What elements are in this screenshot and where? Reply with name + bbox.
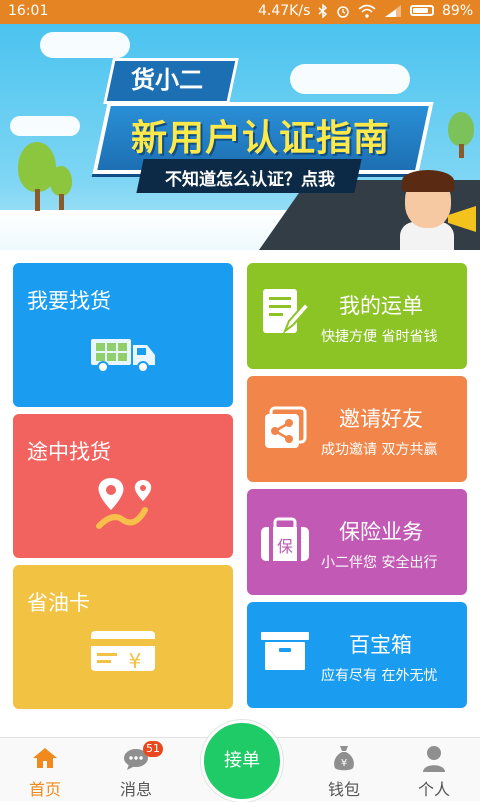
truck-icon (91, 339, 155, 373)
my-waybill-subtitle: 快捷方便 省时省钱 (321, 329, 438, 345)
promo-banner[interactable]: 货小二 新用户认证指南 不知道怎么认证？点我 (0, 24, 480, 250)
insurance-subtitle: 小二伴您 安全出行 (321, 555, 438, 571)
box-icon (261, 632, 309, 670)
toolbox-subtitle: 应有尽有 在外无忧 (321, 668, 438, 684)
wifi-icon (358, 4, 376, 18)
my-waybill-tile[interactable]: 我的运单 快捷方便 省时省钱 (247, 263, 467, 369)
nav-profile-label: 个人 (417, 780, 450, 799)
banner-subtitle: 不知道怎么认证？点我 (165, 170, 335, 190)
enroute-cargo-title: 途中找货 (27, 440, 111, 464)
alarm-icon (337, 6, 349, 18)
network-speed: 4.47K/s (258, 3, 311, 19)
status-time: 16:01 (8, 3, 49, 19)
route-pin-icon (96, 478, 152, 529)
battery-icon (410, 5, 434, 16)
my-waybill-title: 我的运单 (339, 294, 423, 318)
tree-trunk (59, 194, 64, 210)
invite-friends-subtitle: 成功邀请 双方共赢 (321, 442, 438, 458)
cloud-decoration (40, 32, 130, 58)
toolbox-title: 百宝箱 (349, 633, 412, 657)
mascot-hair (402, 170, 454, 192)
find-cargo-tile[interactable]: 我要找货 (13, 263, 233, 407)
svg-text:¥: ¥ (341, 758, 347, 769)
nav-wallet-label: 钱包 (327, 780, 360, 799)
insurance-tile[interactable]: 保 保险业务 小二伴您 安全出行 (247, 489, 467, 595)
invite-friends-title: 邀请好友 (339, 407, 423, 431)
brand-name: 货小二 (131, 66, 203, 94)
signal-icon (385, 5, 401, 17)
invite-friends-tile[interactable]: 邀请好友 成功邀请 双方共赢 (247, 376, 467, 482)
toolbox-tile[interactable]: 百宝箱 应有尽有 在外无忧 (247, 602, 467, 708)
cloud-decoration (290, 64, 410, 94)
home-icon (33, 748, 57, 768)
svg-text:保: 保 (277, 537, 293, 556)
insurance-title: 保险业务 (339, 520, 423, 544)
edit-document-icon (263, 289, 309, 334)
status-bar: 16:01 4.47K/s 89% (0, 0, 480, 24)
enroute-cargo-tile[interactable]: 途中找货 (13, 414, 233, 558)
fuel-card-title: 省油卡 (27, 591, 90, 615)
share-icon (265, 406, 307, 448)
money-bag-icon: ¥ (334, 746, 354, 771)
messages-badge: 51 (143, 741, 163, 757)
tree-icon (448, 112, 474, 146)
fuel-card-tile[interactable]: 省油卡 ¥ (13, 565, 233, 709)
bluetooth-icon (318, 4, 328, 18)
svg-text:¥: ¥ (129, 649, 142, 673)
banner-title: 新用户认证指南 (130, 118, 390, 159)
accept-order-button[interactable]: 接单 (201, 720, 283, 802)
user-icon (423, 746, 445, 772)
tree-trunk (35, 189, 40, 211)
tree-trunk (459, 144, 464, 158)
tree-icon (50, 166, 72, 196)
insurance-bag-icon: 保 (261, 517, 309, 561)
cloud-decoration (10, 116, 80, 136)
yuan-card-icon: ¥ (91, 631, 155, 673)
nav-home-label: 首页 (28, 780, 61, 799)
status-icons (318, 4, 402, 18)
nav-messages-label: 消息 (119, 780, 152, 799)
find-cargo-title: 我要找货 (27, 289, 111, 313)
battery-percent: 89% (442, 3, 474, 19)
